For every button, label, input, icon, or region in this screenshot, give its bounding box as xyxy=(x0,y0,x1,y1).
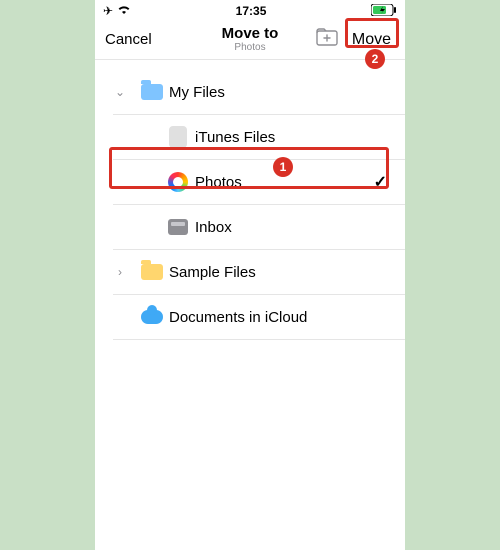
chevron-down-icon[interactable]: ⌄ xyxy=(105,85,135,99)
annotation-badge-2: 2 xyxy=(365,49,385,69)
cloud-icon xyxy=(135,310,169,324)
clock: 17:35 xyxy=(236,4,267,18)
folder-row-photos[interactable]: Photos ✓ xyxy=(95,160,405,204)
nav-subtitle: Photos xyxy=(234,42,265,53)
folder-row-icloud[interactable]: Documents in iCloud xyxy=(95,295,405,339)
phone-screen: ✈ 17:35 Cancel Move to Photos Move ⌄ My … xyxy=(95,0,405,550)
airplane-icon: ✈ xyxy=(103,4,113,18)
folder-row-inbox[interactable]: Inbox xyxy=(95,205,405,249)
folder-icon xyxy=(135,84,169,100)
new-folder-icon[interactable] xyxy=(316,28,338,51)
photos-icon xyxy=(161,172,195,192)
checkmark-icon: ✓ xyxy=(374,172,393,192)
folder-row-itunes[interactable]: iTunes Files xyxy=(95,115,405,159)
nav-title-group: Move to Photos xyxy=(222,26,279,54)
cancel-button[interactable]: Cancel xyxy=(105,31,152,48)
row-label: iTunes Files xyxy=(195,129,393,146)
inbox-icon xyxy=(161,219,195,235)
chevron-right-icon[interactable]: › xyxy=(105,265,135,279)
status-bar: ✈ 17:35 xyxy=(95,0,405,20)
itunes-icon xyxy=(161,126,195,148)
nav-bar: Cancel Move to Photos Move xyxy=(95,20,405,60)
annotation-badge-1: 1 xyxy=(273,157,293,177)
row-label: Inbox xyxy=(195,219,393,236)
row-label: Documents in iCloud xyxy=(169,309,393,326)
battery-icon xyxy=(371,4,397,19)
nav-title: Move to xyxy=(222,26,279,43)
folder-list: ⌄ My Files iTunes Files Photos ✓ Inbox › xyxy=(95,60,405,340)
folder-row-sample[interactable]: › Sample Files xyxy=(95,250,405,294)
folder-icon xyxy=(135,264,169,280)
row-label: My Files xyxy=(169,84,393,101)
wifi-icon xyxy=(117,4,131,18)
folder-row-myfiles[interactable]: ⌄ My Files xyxy=(95,70,405,114)
row-label: Sample Files xyxy=(169,264,393,281)
